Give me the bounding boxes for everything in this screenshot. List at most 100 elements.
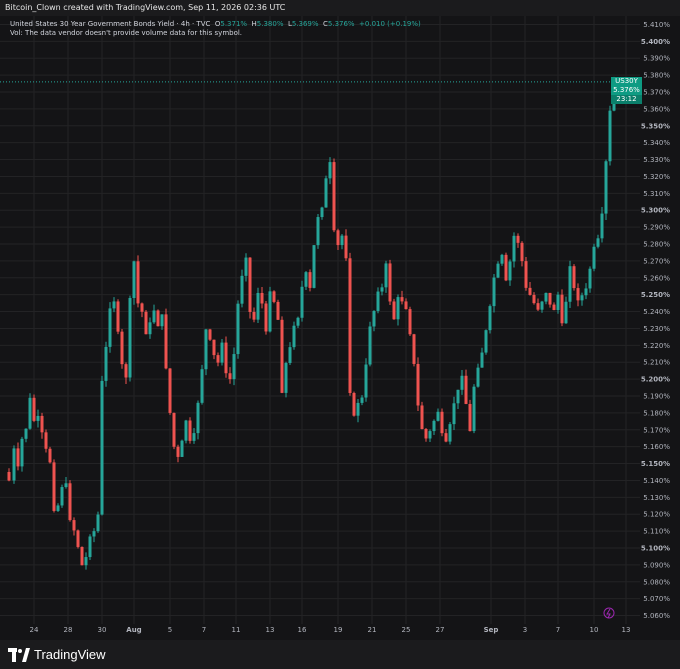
candle-body xyxy=(172,412,176,447)
candle-body xyxy=(588,268,592,289)
x-tick-label: 11 xyxy=(232,626,241,634)
candle-body xyxy=(52,462,56,511)
candle-body xyxy=(560,294,564,324)
volume-note: Vol: The data vendor doesn't provide vol… xyxy=(10,29,243,37)
candle-body xyxy=(508,261,512,281)
candle-body xyxy=(420,405,424,430)
footer: TradingView xyxy=(0,640,680,669)
y-tick-label: 5.180% xyxy=(643,409,670,417)
y-tick-label: 5.250% xyxy=(641,291,670,299)
x-tick-label: 28 xyxy=(64,626,73,634)
candle-body xyxy=(60,487,64,506)
candlestick-chart[interactable]: 5.410% 5.400% 5.390% 5.380% 5.370% 5.360% 5.35… xyxy=(0,16,680,640)
y-tick-label: 5.150% xyxy=(641,460,670,468)
candle-body xyxy=(544,292,548,302)
candle-body xyxy=(592,246,596,269)
candle-body xyxy=(288,347,292,363)
candle-body xyxy=(472,386,476,432)
candle-body xyxy=(368,326,372,365)
candle-body xyxy=(600,213,604,239)
candle-body xyxy=(492,277,496,307)
candle-body xyxy=(44,432,48,449)
chart-area[interactable]: 5.410% 5.400% 5.390% 5.380% 5.370% 5.360% 5.35… xyxy=(0,16,680,640)
candle-body xyxy=(88,536,92,558)
candle-body xyxy=(188,420,192,441)
candle-body xyxy=(456,389,460,404)
candle-body xyxy=(524,261,528,288)
candle-body xyxy=(408,309,412,335)
candle-body xyxy=(400,297,404,302)
x-tick-label: 13 xyxy=(266,626,275,634)
candle-body xyxy=(252,311,256,320)
candle-body xyxy=(332,162,336,231)
candle-body xyxy=(304,272,308,287)
y-tick-label: 5.380% xyxy=(643,72,670,80)
candle-body xyxy=(572,266,576,289)
candle-body xyxy=(100,380,104,515)
candle-body xyxy=(84,557,88,566)
candle-body xyxy=(500,254,504,264)
y-tick-label: 5.190% xyxy=(643,393,670,401)
x-tick-label: 5 xyxy=(168,626,172,634)
legend-o-value: 5.371% xyxy=(220,20,248,28)
candle-body xyxy=(552,304,556,311)
candle-body xyxy=(380,287,384,292)
candle-body xyxy=(264,303,268,332)
candle-body xyxy=(300,286,304,318)
candle-body xyxy=(196,402,200,434)
candle-body xyxy=(364,364,368,398)
candle-body xyxy=(124,364,128,378)
candle-body xyxy=(424,429,428,439)
y-tick-label: 5.120% xyxy=(643,511,670,519)
candle-body xyxy=(216,355,220,363)
candle-body xyxy=(512,235,516,262)
candle-body xyxy=(28,397,32,429)
legend-c-value: 5.376% xyxy=(327,20,355,28)
x-tick-label: 25 xyxy=(402,626,411,634)
candle-body xyxy=(192,433,196,441)
candle-body xyxy=(144,311,148,335)
candle-body xyxy=(452,403,456,425)
candle-body xyxy=(156,310,160,327)
candle-body xyxy=(296,317,300,326)
y-tick-label: 5.100% xyxy=(641,545,670,553)
candle-body xyxy=(584,288,588,296)
candle-body xyxy=(92,531,96,537)
candle-body xyxy=(228,373,232,380)
candle-body xyxy=(480,352,484,368)
y-tick-label: 5.390% xyxy=(643,55,670,63)
legend-change: +0.010 (+0.19%) xyxy=(359,20,421,28)
candle-body xyxy=(164,314,168,369)
candle-body xyxy=(96,514,100,532)
x-tick-label: Sep xyxy=(484,626,499,634)
candle-body xyxy=(372,310,376,327)
candle-body xyxy=(348,258,352,393)
candle-body xyxy=(444,433,448,442)
x-tick-label: 19 xyxy=(334,626,343,634)
candle-body xyxy=(352,392,356,416)
candle-body xyxy=(432,420,436,432)
candle-body xyxy=(528,287,532,295)
candle-body xyxy=(580,295,584,301)
candle-body xyxy=(220,342,224,363)
x-tick-label: 13 xyxy=(622,626,631,634)
y-tick-label: 5.280% xyxy=(643,241,670,249)
candle-body xyxy=(268,291,272,332)
candle-body xyxy=(460,375,464,390)
candle-body xyxy=(160,314,164,327)
y-tick-label: 5.260% xyxy=(643,274,670,282)
candle-body xyxy=(184,420,188,441)
x-tick-label: 16 xyxy=(298,626,307,634)
y-tick-label: 5.370% xyxy=(643,89,670,97)
candle-body xyxy=(416,363,420,406)
candle-body xyxy=(148,322,152,335)
candle-body xyxy=(316,217,320,246)
x-tick-label: 3 xyxy=(523,626,527,634)
candle-body xyxy=(104,346,108,381)
candle-body xyxy=(136,261,140,304)
candle-body xyxy=(392,301,396,320)
candle-body xyxy=(336,230,340,246)
y-tick-label: 5.140% xyxy=(643,477,670,485)
y-tick-label: 5.160% xyxy=(643,443,670,451)
candle-body xyxy=(388,263,392,302)
